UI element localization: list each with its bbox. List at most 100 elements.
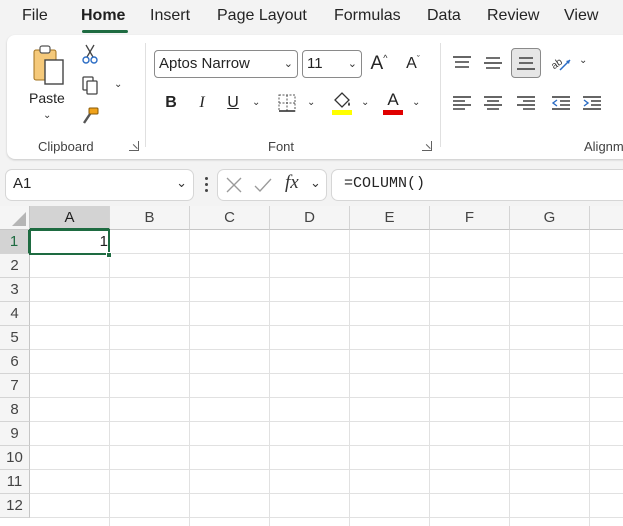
- align-right-button[interactable]: [514, 91, 538, 115]
- middle-align-button[interactable]: [481, 51, 505, 75]
- caret-down-icon: ˇ: [416, 54, 420, 64]
- borders-chevron-down-icon[interactable]: ⌄: [307, 97, 315, 108]
- column-header-g[interactable]: G: [510, 206, 590, 230]
- column-header-a[interactable]: A: [30, 206, 110, 230]
- group-divider: [145, 43, 146, 147]
- tab-review[interactable]: Review: [487, 7, 539, 25]
- gridline: [30, 373, 623, 374]
- chevron-down-icon[interactable]: ⌄: [310, 175, 321, 191]
- cancel-x-icon[interactable]: [226, 177, 242, 193]
- bottom-align-button[interactable]: [511, 48, 541, 78]
- decrease-indent-button[interactable]: [549, 91, 573, 115]
- gridline: [30, 253, 623, 254]
- column-header-c[interactable]: C: [190, 206, 270, 230]
- increase-indent-button[interactable]: [580, 91, 604, 115]
- paste-button[interactable]: [29, 43, 69, 89]
- chevron-down-icon: ⌄: [347, 58, 357, 70]
- font-name-value: Aptos Narrow: [159, 55, 250, 72]
- bold-icon: B: [165, 94, 177, 111]
- font-color-chevron-down-icon[interactable]: ⌄: [412, 97, 420, 108]
- tab-data[interactable]: Data: [427, 7, 461, 25]
- shrink-font-button[interactable]: A ˇ: [401, 50, 425, 78]
- fill-color-chevron-down-icon[interactable]: ⌄: [361, 97, 369, 108]
- gridline: [30, 397, 623, 398]
- tab-view[interactable]: View: [564, 7, 598, 25]
- insert-function-icon[interactable]: fx: [285, 172, 299, 194]
- tab-file[interactable]: File: [22, 7, 48, 25]
- row-header-9[interactable]: 9: [0, 422, 30, 446]
- italic-button[interactable]: I: [191, 91, 213, 115]
- gridline: [269, 230, 270, 526]
- font-color-swatch: [383, 110, 403, 115]
- column-header-d[interactable]: D: [270, 206, 350, 230]
- orientation-button[interactable]: ab: [548, 50, 574, 76]
- gridline: [429, 230, 430, 526]
- row-header-12[interactable]: 12: [0, 494, 30, 518]
- font-launcher-icon[interactable]: [422, 141, 432, 151]
- borders-button[interactable]: [275, 91, 299, 115]
- row-header-3[interactable]: 3: [0, 278, 30, 302]
- underline-chevron-down-icon[interactable]: ⌄: [252, 97, 260, 108]
- grow-font-button[interactable]: A ^: [367, 50, 391, 78]
- formula-value: =COLUMN(): [344, 175, 426, 192]
- select-all-button[interactable]: [0, 206, 30, 230]
- row-header-5[interactable]: 5: [0, 326, 30, 350]
- copy-chevron-down-icon[interactable]: ⌄: [114, 79, 122, 90]
- copy-button[interactable]: [79, 75, 101, 97]
- align-center-button[interactable]: [481, 91, 505, 115]
- tab-page-layout[interactable]: Page Layout: [217, 7, 307, 25]
- font-name-dropdown[interactable]: Aptos Narrow ⌄: [154, 50, 298, 78]
- gridline: [349, 230, 350, 526]
- column-header-f[interactable]: F: [430, 206, 510, 230]
- tab-formulas[interactable]: Formulas: [334, 7, 401, 25]
- font-color-icon: A: [387, 90, 399, 109]
- row-header-11[interactable]: 11: [0, 470, 30, 494]
- fill-color-button[interactable]: [330, 89, 354, 117]
- gridline: [30, 445, 623, 446]
- align-left-button[interactable]: [450, 91, 474, 115]
- font-color-button[interactable]: A: [381, 89, 405, 117]
- align-center-icon: [484, 96, 502, 110]
- row-header-2[interactable]: 2: [0, 254, 30, 278]
- gridline: [30, 493, 623, 494]
- name-box[interactable]: A1 ⌄: [6, 170, 193, 200]
- paste-chevron-down-icon[interactable]: ⌄: [43, 110, 51, 121]
- bottom-align-icon: [517, 57, 535, 70]
- name-box-value: A1: [13, 175, 32, 192]
- column-header-h-partial[interactable]: [590, 206, 623, 230]
- row-header-10[interactable]: 10: [0, 446, 30, 470]
- row-header-8[interactable]: 8: [0, 398, 30, 422]
- column-header-b[interactable]: B: [110, 206, 190, 230]
- ribbon: Paste ⌄ ⌄ Clipboard Aptos Narrow ⌄ 11 ⌄ …: [7, 35, 623, 159]
- copy-icon: [82, 76, 98, 95]
- top-align-button[interactable]: [450, 51, 474, 75]
- tab-home[interactable]: Home: [81, 7, 125, 25]
- row-header-1[interactable]: 1: [0, 230, 30, 254]
- text-orientation-icon: ab: [550, 56, 571, 72]
- clipboard-launcher-icon[interactable]: [129, 141, 139, 151]
- cut-icon: [82, 44, 98, 64]
- underline-button[interactable]: U: [222, 91, 244, 115]
- gridline: [509, 230, 510, 526]
- enter-check-icon[interactable]: [254, 177, 272, 193]
- format-painter-button[interactable]: [79, 105, 101, 127]
- tab-insert[interactable]: Insert: [150, 7, 190, 25]
- row-header-6[interactable]: 6: [0, 350, 30, 374]
- formula-input[interactable]: =COLUMN(): [332, 170, 623, 200]
- cut-button[interactable]: [79, 43, 101, 65]
- formula-buttons: fx ⌄: [218, 170, 326, 200]
- bold-button[interactable]: B: [160, 91, 182, 115]
- row-header-4[interactable]: 4: [0, 302, 30, 326]
- row-header-7[interactable]: 7: [0, 374, 30, 398]
- column-header-e[interactable]: E: [350, 206, 430, 230]
- underline-icon: U: [227, 94, 239, 111]
- middle-align-icon: [484, 57, 502, 69]
- increase-indent-icon: [583, 96, 601, 110]
- font-group-label: Font: [268, 139, 295, 154]
- fill-handle[interactable]: [106, 252, 112, 258]
- clipboard-group-label: Clipboard: [38, 139, 94, 154]
- orientation-chevron-down-icon[interactable]: ⌄: [579, 55, 587, 66]
- font-size-dropdown[interactable]: 11 ⌄: [302, 50, 362, 78]
- more-options-icon[interactable]: [204, 176, 208, 194]
- active-tab-indicator: [82, 30, 128, 33]
